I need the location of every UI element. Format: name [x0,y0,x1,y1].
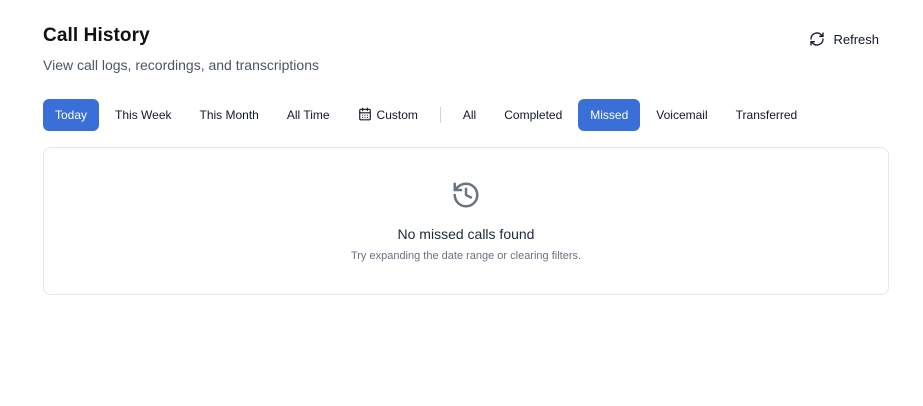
filter-status-missed[interactable]: Missed [578,99,641,131]
page-title: Call History [43,25,150,46]
empty-state-card: No missed calls found Try expanding the … [43,147,889,295]
filter-custom[interactable]: Custom [346,99,430,131]
filter-this-week[interactable]: This Week [103,99,183,131]
filter-custom-label: Custom [376,108,418,122]
filter-this-month[interactable]: This Month [188,99,271,131]
refresh-label: Refresh [833,31,879,47]
refresh-icon [809,31,825,47]
filter-status-voicemail[interactable]: Voicemail [644,99,719,131]
filter-status-all[interactable]: All [451,99,488,131]
filter-status-transferred[interactable]: Transferred [724,99,810,131]
refresh-button[interactable]: Refresh [809,27,879,51]
filter-bar: Today This Week This Month All Time Cust… [43,99,813,131]
history-icon [451,180,481,215]
filter-today[interactable]: Today [43,99,100,131]
filter-all-time[interactable]: All Time [275,99,342,131]
filter-status-completed[interactable]: Completed [492,99,574,131]
filter-divider [439,107,441,123]
empty-state-title: No missed calls found [397,226,535,242]
page-subtitle: View call logs, recordings, and transcri… [43,57,319,73]
call-history-page: Call History View call logs, recordings,… [0,0,923,406]
empty-state-hint: Try expanding the date range or clearing… [350,250,582,262]
calendar-icon [358,107,372,124]
